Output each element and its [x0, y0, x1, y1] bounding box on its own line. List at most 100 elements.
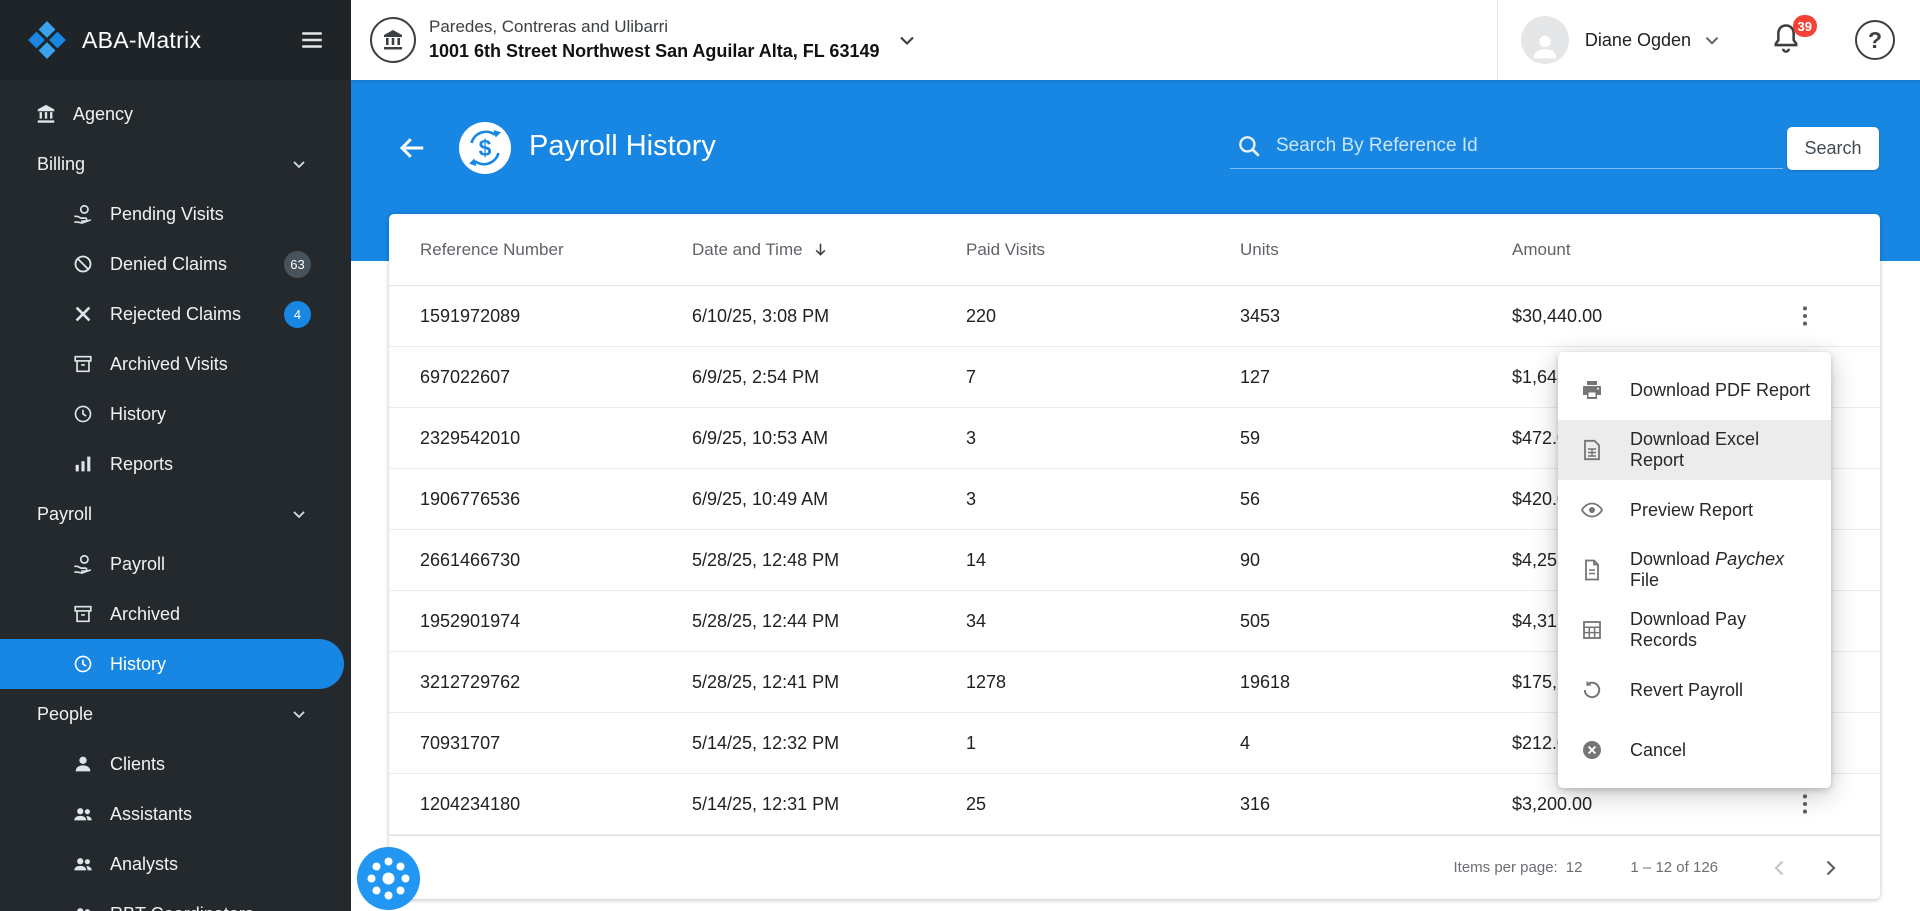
chevron-down-icon[interactable] — [895, 28, 919, 52]
cell-amount: $30,440.00 — [1512, 305, 1603, 326]
menu-item-download-pdf[interactable]: Download PDF Report — [1558, 360, 1831, 420]
cell-reference: 2661466730 — [420, 549, 521, 570]
cell-datetime: 6/9/25, 10:53 AM — [692, 427, 829, 448]
column-header-paid-visits: Paid Visits — [966, 239, 1046, 259]
help-glyph: ? — [1867, 26, 1883, 53]
previous-page-button[interactable] — [1760, 848, 1800, 888]
cell-reference: 3212729762 — [420, 671, 521, 692]
sidebar-item-payroll-archived[interactable]: Archived — [0, 589, 351, 639]
chat-widget-button[interactable] — [357, 847, 420, 910]
sidebar-item-billing-history[interactable]: History — [0, 389, 351, 439]
payroll-icon — [72, 553, 94, 575]
company-name: Paredes, Contreras and Ulibarri — [429, 17, 669, 37]
search-button[interactable]: Search — [1787, 127, 1879, 170]
cancel-icon — [1580, 738, 1604, 762]
cell-datetime: 5/28/25, 12:44 PM — [692, 610, 840, 631]
section-label: Payroll — [37, 503, 93, 524]
sidebar-item-label: Analysts — [110, 853, 179, 874]
rejected-claims-count-badge: 4 — [284, 300, 311, 328]
archive-icon — [72, 603, 94, 625]
chevron-down-icon[interactable] — [1701, 29, 1723, 51]
menu-item-download-excel[interactable]: Download Excel Report — [1558, 420, 1831, 480]
menu-item-preview-report[interactable]: Preview Report — [1558, 480, 1831, 540]
cell-paid-visits: 3 — [966, 488, 977, 509]
archive-icon — [72, 353, 94, 375]
sidebar-item-analysts[interactable]: Analysts — [0, 839, 351, 889]
cell-reference: 70931707 — [420, 732, 501, 753]
sidebar-item-label: Rejected Claims — [110, 303, 242, 324]
company-info: Paredes, Contreras and Ulibarri 1001 6th… — [429, 16, 879, 63]
cell-datetime: 6/10/25, 3:08 PM — [692, 305, 830, 326]
reports-icon — [72, 453, 94, 475]
sidebar-item-payroll[interactable]: Payroll — [0, 539, 351, 589]
person-icon — [72, 753, 94, 775]
row-actions-button[interactable] — [1785, 296, 1825, 336]
items-per-page-value[interactable]: 12 — [1566, 859, 1583, 876]
sidebar-item-clients[interactable]: Clients — [0, 739, 351, 789]
topbar-divider — [1497, 0, 1498, 80]
help-button[interactable]: ? — [1855, 20, 1895, 60]
cell-paid-visits: 34 — [966, 610, 987, 631]
sidebar-section-billing[interactable]: Billing — [0, 139, 351, 189]
agency-icon — [35, 103, 57, 125]
sidebar-item-reports[interactable]: Reports — [0, 439, 351, 489]
cell-reference: 1591972089 — [420, 305, 521, 326]
people-icon — [72, 903, 94, 911]
sidebar-item-label: Payroll — [110, 553, 166, 574]
sidebar-item-label: Archived — [110, 603, 181, 624]
row-actions-button[interactable] — [1785, 784, 1825, 824]
cell-paid-visits: 7 — [966, 366, 977, 387]
pay-records-icon — [1580, 618, 1604, 642]
kebab-menu-icon — [1792, 791, 1818, 817]
sidebar-item-pending-visits[interactable]: Pending Visits — [0, 189, 351, 239]
sidebar-item-label: Reports — [110, 453, 174, 474]
sidebar-section-payroll[interactable]: Payroll — [0, 489, 351, 539]
sidebar-section-people[interactable]: People — [0, 689, 351, 739]
history-icon — [72, 403, 94, 425]
user-name[interactable]: Diane Ogden — [1585, 30, 1691, 51]
denied-claims-count-badge: 63 — [284, 250, 311, 278]
menu-item-download-pay-records[interactable]: Download Pay Records — [1558, 600, 1831, 660]
column-header-reference: Reference Number — [420, 239, 564, 259]
notification-count-badge: 39 — [1792, 15, 1817, 37]
app-title: ABA-Matrix — [82, 26, 202, 53]
cell-units: 90 — [1240, 549, 1261, 570]
chevron-down-icon — [289, 504, 309, 524]
sidebar-item-assistants[interactable]: Assistants — [0, 789, 351, 839]
notifications-button[interactable]: 39 — [1769, 15, 1817, 59]
rejected-claims-icon — [72, 303, 94, 325]
company-selector[interactable]: Paredes, Contreras and Ulibarri 1001 6th… — [370, 0, 919, 80]
search-input[interactable] — [1276, 134, 1783, 157]
menu-item-revert-payroll[interactable]: Revert Payroll — [1558, 660, 1831, 720]
cell-datetime: 6/9/25, 10:49 AM — [692, 488, 829, 509]
sidebar-item-payroll-history[interactable]: History — [0, 639, 344, 689]
cell-datetime: 5/14/25, 12:31 PM — [692, 793, 840, 814]
sidebar-nav: Agency Billing Pending Visits Denied Cla… — [0, 80, 351, 911]
menu-item-cancel[interactable]: Cancel — [1558, 720, 1831, 780]
cell-datetime: 5/28/25, 12:41 PM — [692, 671, 840, 692]
excel-report-icon — [1580, 438, 1604, 462]
hamburger-menu-icon[interactable] — [299, 27, 325, 53]
menu-item-download-paychex[interactable]: Download Paychex File — [1558, 540, 1831, 600]
back-button[interactable] — [397, 132, 429, 164]
sidebar-item-label: History — [110, 403, 167, 424]
sidebar-item-label: Assistants — [110, 803, 193, 824]
next-page-button[interactable] — [1810, 848, 1850, 888]
page-title: Payroll History — [529, 130, 716, 162]
cell-datetime: 6/9/25, 2:54 PM — [692, 366, 820, 387]
sidebar-item-rejected-claims[interactable]: Rejected Claims 4 — [0, 289, 351, 339]
cell-paid-visits: 14 — [966, 549, 987, 570]
sidebar-item-rbt-coordinators[interactable]: RBT Coordinators — [0, 889, 351, 911]
sidebar-item-label: RBT Coordinators — [110, 904, 254, 911]
payroll-history-icon: $ — [459, 122, 511, 174]
sidebar-item-archived-visits[interactable]: Archived Visits — [0, 339, 351, 389]
chevron-right-icon — [1818, 856, 1842, 880]
chat-widget-icon — [357, 847, 420, 910]
sidebar-item-denied-claims[interactable]: Denied Claims 63 — [0, 239, 351, 289]
printer-icon — [1580, 378, 1604, 402]
paychex-file-icon — [1580, 558, 1604, 582]
column-header-date[interactable]: Date and Time — [692, 240, 966, 260]
section-label: Billing — [37, 153, 86, 174]
user-avatar[interactable] — [1520, 16, 1569, 64]
sidebar-item-agency[interactable]: Agency — [0, 89, 351, 139]
